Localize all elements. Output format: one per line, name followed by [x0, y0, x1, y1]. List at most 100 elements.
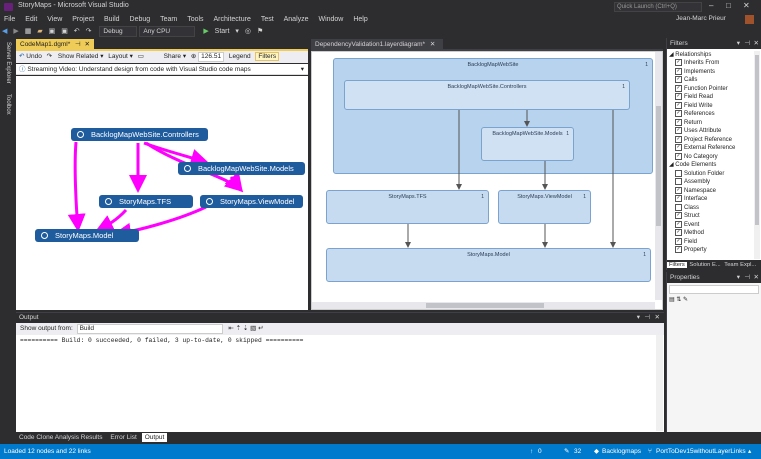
user-name[interactable]: Jean-Marc Prieur — [676, 15, 726, 22]
collapse-icon[interactable]: ◢ — [669, 162, 674, 168]
start-button[interactable]: Start — [213, 25, 232, 38]
checkbox[interactable]: ✓ — [675, 110, 682, 118]
filter-item[interactable]: ✓ Struct — [669, 212, 753, 220]
checkbox[interactable] — [675, 169, 682, 177]
new-project-icon[interactable]: ▦ — [23, 25, 34, 38]
checkbox[interactable]: ✓ — [675, 152, 682, 160]
chevron-down-icon[interactable]: ▾ — [737, 272, 740, 283]
toolbox-tab[interactable]: Toolbox — [3, 94, 13, 124]
pencil-icon[interactable]: ✎ — [564, 444, 569, 459]
output-scrollbar[interactable] — [656, 335, 663, 431]
scroll-thumb[interactable] — [755, 55, 759, 225]
attach-icon[interactable]: ▾ — [233, 25, 241, 38]
relationships-group[interactable]: ◢ Relationships — [669, 51, 753, 59]
configuration-select[interactable]: Debug — [99, 25, 138, 37]
checkbox[interactable]: ✓ — [675, 84, 682, 92]
pin-icon[interactable]: ⊣ — [644, 313, 650, 323]
layer-tab[interactable]: DependencyValidation1.layerdiagram* ✕ — [311, 39, 443, 50]
checkbox[interactable]: ✓ — [675, 245, 682, 253]
filter-item[interactable]: ✓ Field — [669, 237, 753, 246]
breakpoint-icon[interactable]: ◎ — [243, 25, 253, 38]
close-icon[interactable]: ✕ — [655, 313, 660, 323]
forward-icon[interactable]: ▶ — [11, 25, 20, 38]
codemap-banner[interactable]: ⓘ Streaming Video: Understand design fro… — [16, 64, 308, 75]
clear-all-icon[interactable]: ▧ — [250, 325, 256, 332]
menu-debug[interactable]: Debug — [126, 14, 155, 25]
pin-icon[interactable]: ⊣ — [75, 41, 81, 48]
save-all-icon[interactable]: ▣ — [59, 25, 70, 38]
filter-item[interactable]: ✓ No Category — [669, 152, 753, 161]
legend-button[interactable]: Legend — [229, 53, 251, 60]
tab-code-clone-results[interactable]: Code Clone Analysis Results — [16, 433, 105, 442]
filters-scrollbar[interactable] — [754, 51, 760, 259]
output-source-select[interactable]: Build — [76, 324, 223, 334]
close-icon[interactable]: ✕ — [754, 38, 759, 49]
find-message-icon[interactable]: ⇤ — [228, 325, 233, 332]
redo-icon[interactable]: ↷ — [47, 53, 52, 60]
checkbox[interactable]: ✓ — [675, 237, 682, 245]
node-viewmodel[interactable]: StoryMaps.ViewModel — [200, 195, 303, 208]
close-tab-icon[interactable]: ✕ — [430, 41, 435, 48]
filter-item[interactable]: ✓ Return — [669, 118, 753, 127]
categorized-icon[interactable]: ▤ — [669, 297, 675, 303]
chevron-down-icon[interactable]: ▾ — [301, 64, 304, 75]
node-controllers[interactable]: BacklogMapWebSite.Controllers — [71, 128, 208, 141]
menu-edit[interactable]: Edit — [21, 14, 41, 25]
menu-file[interactable]: File — [0, 14, 19, 25]
pending-count[interactable]: 0 — [538, 444, 542, 459]
filter-item[interactable]: ✓ Field Write — [669, 101, 753, 110]
scroll-thumb[interactable] — [426, 303, 544, 308]
checkbox[interactable]: ✓ — [675, 59, 682, 67]
node-tfs[interactable]: StoryMaps.TFS — [99, 195, 193, 208]
pin-icon[interactable]: ⊣ — [744, 272, 750, 283]
save-icon[interactable]: ▣ — [47, 25, 58, 38]
filter-item[interactable]: ✓ Interface — [669, 195, 753, 203]
tab-error-list[interactable]: Error List — [107, 433, 139, 442]
branch-icon[interactable]: ⑂ — [648, 444, 652, 459]
platform-select[interactable]: Any CPU — [139, 25, 196, 37]
layer-vertical-scrollbar[interactable] — [655, 52, 662, 300]
chevron-down-icon[interactable]: ▾ — [737, 38, 740, 49]
chevron-up-icon[interactable]: ▴ — [748, 444, 751, 459]
checkbox[interactable]: ✓ — [675, 127, 682, 135]
menu-help[interactable]: Help — [349, 14, 371, 25]
tab-output[interactable]: Output — [141, 433, 168, 442]
back-icon[interactable]: ◀ — [0, 25, 9, 38]
menu-analyze[interactable]: Analyze — [280, 14, 313, 25]
close-button[interactable]: ✕ — [743, 1, 750, 10]
filter-item[interactable]: ✓ Event — [669, 220, 753, 229]
bookmark-icon[interactable]: ⚑ — [255, 25, 265, 38]
node-model[interactable]: StoryMaps.Model — [35, 229, 139, 242]
layer-horizontal-scrollbar[interactable] — [312, 302, 655, 309]
checkbox[interactable]: ✓ — [675, 101, 682, 109]
filter-item[interactable]: ✓ References — [669, 110, 753, 118]
menu-test[interactable]: Test — [257, 14, 278, 25]
repo-name[interactable]: Backlogmaps — [602, 444, 641, 459]
zoom-input[interactable]: 126.51 — [198, 52, 225, 62]
minimize-button[interactable]: – — [709, 1, 713, 10]
filter-item[interactable]: ✓ Uses Attribute — [669, 127, 753, 135]
menu-architecture[interactable]: Architecture — [210, 14, 255, 25]
properties-object-select[interactable] — [669, 285, 759, 294]
filter-item[interactable]: Solution Folder — [669, 169, 753, 178]
pin-icon[interactable]: ⊣ — [744, 38, 750, 49]
checkbox[interactable]: ✓ — [675, 118, 682, 126]
tab-solution-explorer[interactable]: Solution E... — [688, 262, 721, 268]
close-icon[interactable]: ✕ — [754, 272, 759, 283]
filters-button[interactable]: Filters — [255, 52, 280, 61]
quick-launch-input[interactable]: Quick Launch (Ctrl+Q) — [614, 2, 702, 12]
filter-item[interactable]: Class — [669, 203, 753, 212]
undo-button[interactable]: Undo — [26, 53, 42, 60]
banner-text[interactable]: Streaming Video: Understand design from … — [27, 66, 250, 73]
show-related-button[interactable]: Show Related — [58, 53, 98, 60]
checkbox[interactable]: ✓ — [675, 212, 682, 220]
filter-item[interactable]: ✓ Inherits From — [669, 59, 753, 67]
filter-item[interactable]: ✓ External Reference — [669, 144, 753, 152]
menu-tools[interactable]: Tools — [183, 14, 207, 25]
layout-button[interactable]: Layout — [108, 53, 128, 60]
start-icon[interactable]: ▶ — [201, 25, 210, 38]
filter-item[interactable]: ✓ Function Pointer — [669, 84, 753, 93]
tab-filters[interactable]: Filters — [667, 262, 687, 268]
checkbox[interactable]: ✓ — [675, 93, 682, 101]
checkbox[interactable] — [675, 178, 682, 186]
